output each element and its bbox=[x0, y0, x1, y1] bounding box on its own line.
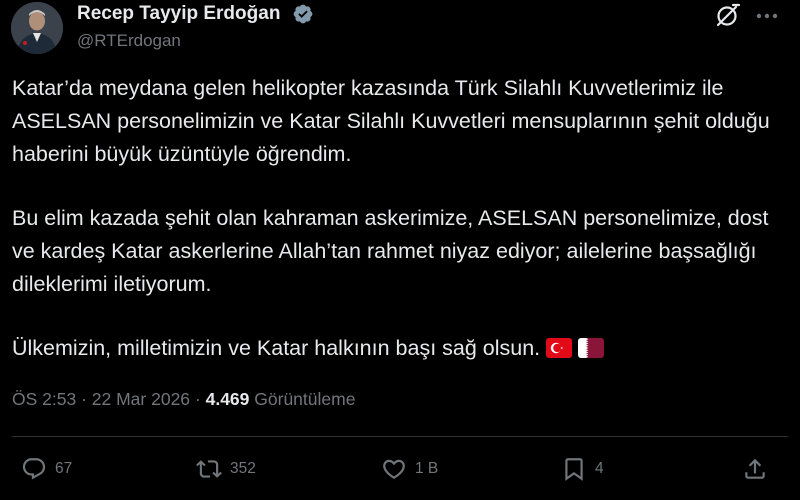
tweet-paragraph: Bu elim kazada şehit olan kahraman asker… bbox=[12, 206, 769, 296]
tweet-text: Katar’da meydana gelen helikopter kazası… bbox=[12, 72, 782, 365]
tweet: Recep Tayyip Erdoğan @RTErdogan Katar’da… bbox=[0, 0, 800, 500]
bookmark-button[interactable]: 4 bbox=[561, 451, 604, 487]
meta-separator: · bbox=[76, 389, 92, 409]
grok-icon[interactable] bbox=[713, 2, 741, 30]
heart-icon bbox=[383, 459, 405, 479]
reply-icon bbox=[22, 458, 46, 480]
tweet-date[interactable]: 22 Mar 2026 bbox=[92, 389, 190, 409]
retweet-button[interactable]: 352 bbox=[196, 451, 256, 487]
tweet-paragraph-text: Ülkemizin, milletimizin ve Katar halkını… bbox=[12, 336, 541, 360]
views-count: 4.469 bbox=[205, 389, 250, 409]
turkey-flag-icon bbox=[546, 338, 573, 358]
tweet-time[interactable]: ÖS 2:53 bbox=[12, 389, 76, 409]
like-button[interactable]: 1 B bbox=[381, 451, 438, 487]
action-bar: 67 352 1 B 4 bbox=[0, 451, 800, 487]
more-options-icon[interactable] bbox=[753, 6, 781, 26]
author-handle[interactable]: @RTErdogan bbox=[77, 31, 181, 51]
share-button[interactable] bbox=[742, 451, 768, 487]
divider bbox=[12, 436, 788, 437]
bookmark-icon bbox=[565, 458, 583, 481]
avatar-image bbox=[11, 2, 63, 54]
meta-separator: · bbox=[190, 389, 206, 409]
reply-count: 67 bbox=[55, 460, 73, 477]
verified-badge-icon[interactable] bbox=[292, 3, 314, 25]
tweet-paragraph: Katar’da meydana gelen helikopter kazası… bbox=[12, 76, 770, 166]
tweet-meta: ÖS 2:53 · 22 Mar 2026 · 4.469 Görüntülem… bbox=[12, 389, 355, 410]
retweet-count: 352 bbox=[230, 460, 256, 477]
views-label: Görüntüleme bbox=[249, 389, 356, 409]
bookmark-count: 4 bbox=[595, 460, 604, 477]
author-display-name[interactable]: Recep Tayyip Erdoğan bbox=[77, 3, 280, 25]
qatar-flag-icon bbox=[578, 338, 605, 358]
retweet-icon bbox=[196, 460, 222, 478]
tweet-paragraph-last: Ülkemizin, milletimizin ve Katar halkını… bbox=[12, 332, 782, 365]
share-icon bbox=[745, 458, 765, 479]
like-count: 1 B bbox=[415, 460, 439, 477]
reply-button[interactable]: 67 bbox=[21, 451, 72, 487]
avatar[interactable] bbox=[11, 2, 63, 54]
